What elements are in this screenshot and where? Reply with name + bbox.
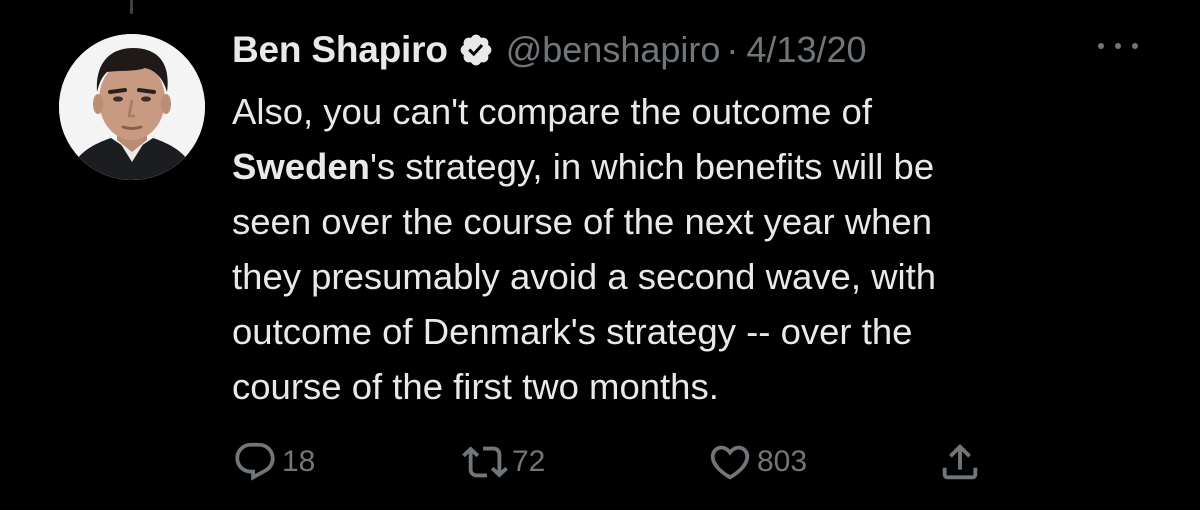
tweet-text-segment: Also, you can't compare the outcome of [232,91,872,132]
tweet-text-line: Also, you can't compare the outcome of [232,84,1162,139]
tweet-card[interactable]: Ben Shapiro @benshapiro · 4/13/20 Also, … [0,0,1200,510]
retweet-icon [462,446,508,478]
heart-icon [710,445,750,480]
like-button[interactable]: 803 [707,438,807,486]
tweet-text-line: they presumably avoid a second wave, wit… [232,249,1162,304]
share-button[interactable] [937,438,987,486]
more-options-icon[interactable] [1094,34,1142,58]
tweet-text-segment: course of the first two months. [232,366,719,407]
reply-button[interactable]: 18 [232,438,315,486]
tweet-text-segment: they presumably avoid a second wave, wit… [232,256,937,297]
like-count: 803 [757,445,808,478]
author-display-name[interactable]: Ben Shapiro [232,29,448,71]
tweet-text-bold-sweden: Sweden [232,146,370,187]
thread-connector-line [130,0,133,14]
header-separator: · [726,29,739,70]
avatar[interactable] [59,34,205,180]
author-handle[interactable]: @benshapiro [506,29,721,71]
avatar-image [59,34,205,180]
tweet-text-line: seen over the course of the next year wh… [232,194,1162,249]
tweet-actions-bar: 18 72 803 [232,438,1162,486]
tweet-text-segment: outcome of Denmark's strategy -- over th… [232,311,913,352]
tweet-header: Ben Shapiro @benshapiro · 4/13/20 [232,22,867,78]
share-icon [942,443,978,480]
reply-count: 18 [282,445,316,478]
retweet-button[interactable]: 72 [462,438,545,486]
tweet-text-line: course of the first two months. [232,359,1162,414]
tweet-text-segment: 's strategy, in which benefits will be [369,146,935,187]
verified-badge-icon [458,32,494,68]
retweet-count: 72 [512,445,546,478]
tweet-text: Also, you can't compare the outcome of S… [232,84,1162,414]
more-dot [1098,43,1104,49]
tweet-date[interactable]: 4/13/20 [746,29,866,71]
more-dot [1132,43,1138,49]
more-dot [1115,43,1121,49]
tweet-text-line: Sweden's strategy, in which benefits wil… [232,139,1162,194]
tweet-text-segment: seen over the course of the next year wh… [232,201,933,242]
tweet-text-line: outcome of Denmark's strategy -- over th… [232,304,1162,359]
reply-icon [235,442,275,481]
